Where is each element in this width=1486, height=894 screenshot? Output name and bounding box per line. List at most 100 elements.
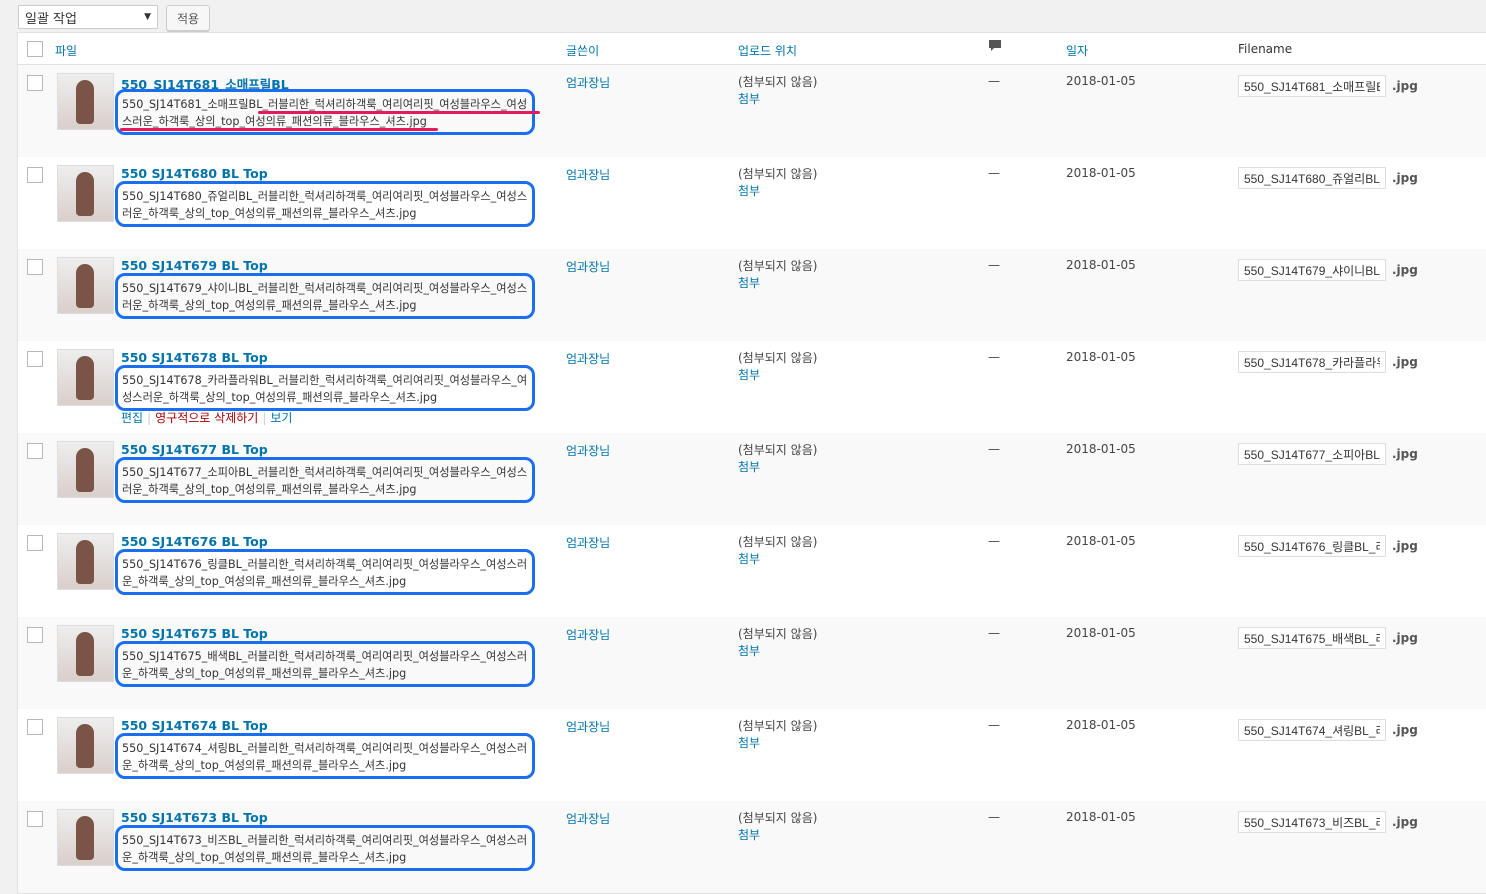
comment-count: — <box>988 166 1000 180</box>
highlighted-filename: 550_SJ14T673_비즈BL_러블리한_럭셔리하객룩_여리여리핏_여성블라… <box>115 825 535 871</box>
uploaded-to: (첨부되지 않음) 첨부 <box>738 442 817 476</box>
author-link[interactable]: 엄과장님 <box>566 534 610 551</box>
bulk-action-select[interactable]: 일괄 작업 ▼ <box>18 5 158 29</box>
attach-link[interactable]: 첨부 <box>738 735 817 752</box>
filename-input[interactable] <box>1238 259 1386 281</box>
row-checkbox[interactable] <box>27 167 43 183</box>
delete-permanently-link[interactable]: 영구적으로 삭제하기 <box>155 411 258 425</box>
column-uploaded-to[interactable]: 업로드 위치 <box>738 42 797 59</box>
attach-link[interactable]: 첨부 <box>738 827 817 844</box>
row-checkbox[interactable] <box>27 351 43 367</box>
unattached-label: (첨부되지 않음) <box>738 75 818 89</box>
attach-link[interactable]: 첨부 <box>738 183 817 200</box>
row-checkbox[interactable] <box>27 535 43 551</box>
edit-link[interactable]: 편집 <box>121 411 143 425</box>
file-title-link[interactable]: 550 SJ14T678 BL Top <box>121 350 268 365</box>
thumbnail-image[interactable] <box>57 165 114 222</box>
attach-link[interactable]: 첨부 <box>738 459 817 476</box>
column-date[interactable]: 일자 <box>1066 42 1088 59</box>
file-title-link[interactable]: 550 SJ14T679 BL Top <box>121 258 268 273</box>
comment-count: — <box>988 442 1000 456</box>
media-table: 파일 글쓴이 업로드 위치 일자 Filename 550_SJ14T681_소… <box>17 32 1486 894</box>
author-link[interactable]: 엄과장님 <box>566 442 610 459</box>
unattached-label: (첨부되지 않음) <box>738 167 818 181</box>
column-author[interactable]: 글쓴이 <box>566 42 599 59</box>
bulk-actions: 일괄 작업 ▼ 적용 <box>18 5 211 31</box>
uploaded-to: (첨부되지 않음) 첨부 <box>738 258 817 292</box>
attach-link[interactable]: 첨부 <box>738 551 817 568</box>
attach-link[interactable]: 첨부 <box>738 367 817 384</box>
filename-input[interactable] <box>1238 75 1386 97</box>
author-link[interactable]: 엄과장님 <box>566 166 610 183</box>
uploaded-to: (첨부되지 않음) 첨부 <box>738 350 817 384</box>
file-title-link[interactable]: 550 SJ14T673 BL Top <box>121 810 268 825</box>
row-checkbox[interactable] <box>27 259 43 275</box>
red-underline <box>258 111 540 114</box>
file-title-link[interactable]: 550 SJ14T675 BL Top <box>121 626 268 641</box>
table-row: 550 SJ14T674 BL Top 550_SJ14T674_셔링BL_러블… <box>18 709 1486 801</box>
uploaded-to: (첨부되지 않음) 첨부 <box>738 166 817 200</box>
author-link[interactable]: 엄과장님 <box>566 74 610 91</box>
filename-input[interactable] <box>1238 535 1386 557</box>
author-link[interactable]: 엄과장님 <box>566 718 610 735</box>
author-link[interactable]: 엄과장님 <box>566 350 610 367</box>
table-row: 550 SJ14T675 BL Top 550_SJ14T675_배색BL_러블… <box>18 617 1486 709</box>
file-title-link[interactable]: 550 SJ14T677 BL Top <box>121 442 268 457</box>
row-checkbox[interactable] <box>27 811 43 827</box>
row-checkbox[interactable] <box>27 627 43 643</box>
comment-count: — <box>988 810 1000 824</box>
row-checkbox[interactable] <box>27 719 43 735</box>
comment-icon[interactable] <box>988 39 1002 56</box>
highlighted-filename: 550_SJ14T678_카라플라워BL_러블리한_럭셔리하객룩_여리여리핏_여… <box>115 365 535 411</box>
thumbnail-image[interactable] <box>57 257 114 314</box>
thumbnail-image[interactable] <box>57 349 114 406</box>
upload-date: 2018-01-05 <box>1066 74 1136 88</box>
thumbnail-image[interactable] <box>57 809 114 866</box>
author-link[interactable]: 엄과장님 <box>566 626 610 643</box>
file-extension: .jpg <box>1392 723 1418 737</box>
filename-input[interactable] <box>1238 351 1386 373</box>
author-link[interactable]: 엄과장님 <box>566 810 610 827</box>
file-title-link[interactable]: 550 SJ14T674 BL Top <box>121 718 268 733</box>
filename-input[interactable] <box>1238 167 1386 189</box>
filename-input[interactable] <box>1238 627 1386 649</box>
filename-input[interactable] <box>1238 811 1386 833</box>
file-title-link[interactable]: 550 SJ14T680 BL Top <box>121 166 268 181</box>
highlighted-filename: 550_SJ14T674_셔링BL_러블리한_럭셔리하객룩_여리여리핏_여성블라… <box>115 733 535 779</box>
comment-count: — <box>988 74 1000 88</box>
table-row: 550 SJ14T678 BL Top 550_SJ14T678_카라플라워BL… <box>18 341 1486 433</box>
apply-button[interactable]: 적용 <box>166 5 211 31</box>
row-checkbox[interactable] <box>27 75 43 91</box>
filename-input[interactable] <box>1238 443 1386 465</box>
thumbnail-image[interactable] <box>57 533 114 590</box>
file-title-link[interactable]: 550 SJ14T676 BL Top <box>121 534 268 549</box>
uploaded-to: (첨부되지 않음) 첨부 <box>738 718 817 752</box>
comment-count: — <box>988 534 1000 548</box>
highlighted-filename: 550_SJ14T677_소피아BL_러블리한_럭셔리하객룩_여리여리핏_여성블… <box>115 457 535 503</box>
column-file[interactable]: 파일 <box>55 42 77 59</box>
highlighted-filename: 550_SJ14T676_링클BL_러블리한_럭셔리하객룩_여리여리핏_여성블라… <box>115 549 535 595</box>
uploaded-to: (첨부되지 않음) 첨부 <box>738 74 817 108</box>
thumbnail-image[interactable] <box>57 441 114 498</box>
table-row: 550 SJ14T679 BL Top 550_SJ14T679_샤이니BL_러… <box>18 249 1486 341</box>
thumbnail-image[interactable] <box>57 73 114 130</box>
thumbnail-image[interactable] <box>57 625 114 682</box>
unattached-label: (첨부되지 않음) <box>738 259 818 273</box>
select-all-checkbox[interactable] <box>27 41 43 57</box>
author-link[interactable]: 엄과장님 <box>566 258 610 275</box>
view-link[interactable]: 보기 <box>270 411 292 425</box>
unattached-label: (첨부되지 않음) <box>738 535 818 549</box>
attach-link[interactable]: 첨부 <box>738 643 817 660</box>
file-extension: .jpg <box>1392 539 1418 553</box>
row-checkbox[interactable] <box>27 443 43 459</box>
uploaded-to: (첨부되지 않음) 첨부 <box>738 626 817 660</box>
upload-date: 2018-01-05 <box>1066 534 1136 548</box>
row-actions: 편집 | 영구적으로 삭제하기 | 보기 <box>121 411 293 425</box>
bulk-action-label: 일괄 작업 <box>25 11 77 27</box>
filename-input[interactable] <box>1238 719 1386 741</box>
file-extension: .jpg <box>1392 447 1418 461</box>
attach-link[interactable]: 첨부 <box>738 91 817 108</box>
thumbnail-image[interactable] <box>57 717 114 774</box>
attach-link[interactable]: 첨부 <box>738 275 817 292</box>
file-extension: .jpg <box>1392 631 1418 645</box>
